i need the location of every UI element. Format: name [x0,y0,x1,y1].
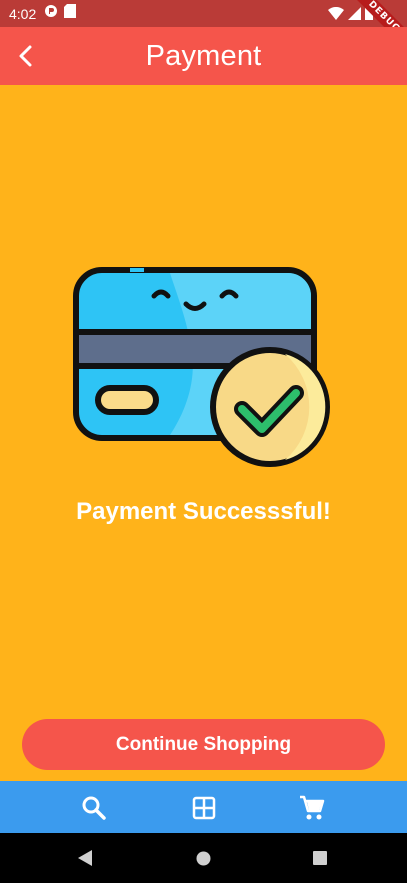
status-time: 4:02 [9,5,37,22]
credit-card-success-illustration [70,264,336,474]
system-recents-button[interactable] [313,851,327,870]
status-bar: 4:02 DEBUG [0,0,407,54]
system-back-button[interactable] [78,850,92,871]
bottom-nav [0,781,407,833]
cell-signal-icon [348,6,361,25]
system-home-button[interactable] [196,851,211,871]
chevron-left-icon [19,45,32,67]
nav-cart[interactable] [298,794,326,822]
recents-square-icon [313,851,327,865]
grid-icon [192,796,216,820]
app-notification-icon [44,4,58,23]
search-icon [82,796,106,820]
back-triangle-icon [78,850,92,866]
back-button[interactable] [10,41,40,71]
payment-success-message: Payment Successsful! [76,498,331,525]
nav-search[interactable] [80,794,108,822]
sd-card-icon [64,4,77,23]
page-title: Payment [145,39,262,72]
continue-shopping-button[interactable]: Continue Shopping [22,719,385,770]
app-bar: Payment [0,27,407,85]
nav-grid[interactable] [190,794,218,822]
cart-icon [300,795,325,820]
wifi-icon [328,6,344,25]
system-nav-bar [0,833,407,883]
home-circle-icon [196,851,211,866]
